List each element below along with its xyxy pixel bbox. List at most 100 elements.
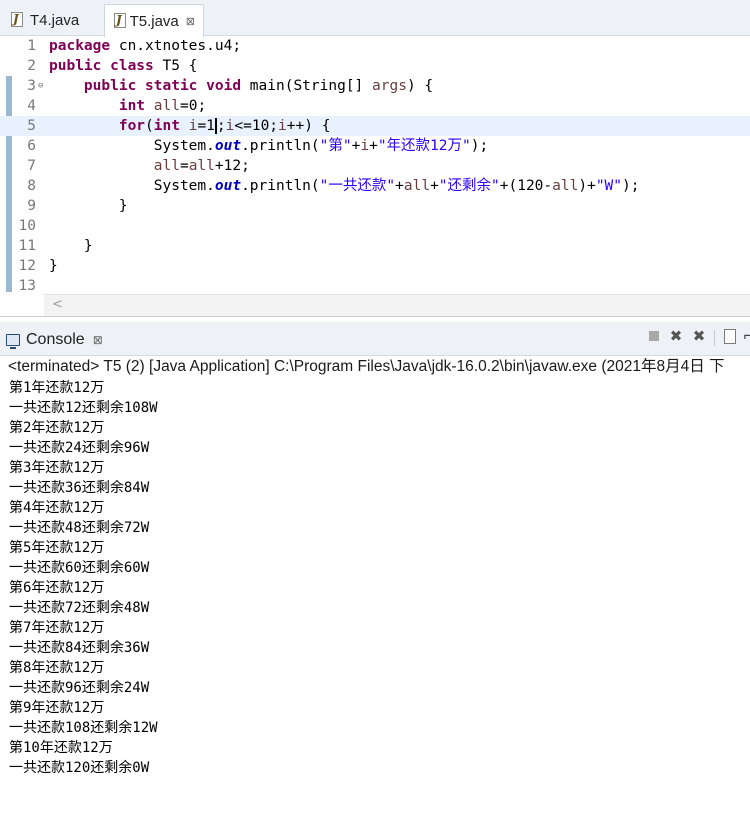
- code-token: )+: [578, 178, 596, 194]
- tab-t5-java[interactable]: J T5.java ⊠: [104, 4, 204, 37]
- line-number: 5: [27, 118, 36, 134]
- console-output-line: 一共还款48还剩余72W: [9, 520, 150, 536]
- close-tab-icon[interactable]: ⊠: [186, 15, 195, 28]
- line-number: 6: [27, 138, 36, 154]
- console-output-line: 一共还款24还剩余96W: [9, 440, 150, 456]
- console-output-line: 一共还款120还剩余0W: [9, 760, 150, 776]
- console-output-line: 第6年还款12万: [9, 580, 105, 596]
- console-output-line: 第8年还款12万: [9, 660, 105, 676]
- line-number: 4: [27, 98, 36, 114]
- code-token: );: [622, 178, 640, 194]
- console-monitor-icon: [6, 334, 20, 349]
- console-output-line: 一共还款96还剩余24W: [9, 680, 150, 696]
- code-text: all=all+12;: [49, 156, 250, 176]
- code-line[interactable]: 1 package cn.xtnotes.u4;: [0, 36, 750, 56]
- scroll-left-icon[interactable]: <: [52, 297, 63, 312]
- code-token: .println(: [241, 138, 320, 154]
- line-number: 10: [18, 218, 36, 234]
- java-file-icon: J: [113, 13, 126, 29]
- console-output-line: 第3年还款12万: [9, 460, 105, 476]
- console-output-line: 第2年还款12万: [9, 420, 105, 436]
- code-token: "年还款12万": [377, 138, 471, 154]
- tab-t4-java[interactable]: J T4.java: [2, 4, 102, 36]
- code-line[interactable]: 10: [0, 216, 750, 236]
- console-output-line: 第1年还款12万: [9, 380, 105, 396]
- line-number: 11: [18, 238, 36, 254]
- scroll-lock-icon[interactable]: ⌐: [741, 328, 750, 344]
- console-tab-bar: Console ⊠ ✖ ✖ ⌐: [0, 322, 750, 356]
- tab-label: T4.java: [30, 11, 80, 29]
- close-console-icon[interactable]: ⊠: [93, 333, 103, 347]
- code-token: cn.xtnotes.u4;: [110, 38, 242, 54]
- console-status-text: <terminated> T5 (2) [Java Application] C…: [8, 358, 725, 375]
- code-text: }: [49, 236, 93, 256]
- code-token: int: [153, 118, 180, 134]
- code-token: }: [49, 238, 93, 254]
- code-line[interactable]: 3 ⊖ public static void main(String[] args…: [0, 76, 750, 96]
- code-token: package: [49, 38, 111, 54]
- code-line[interactable]: 6 System.out.println("第"+i+"年还款12万");: [0, 136, 750, 156]
- line-number: 8: [27, 178, 36, 194]
- code-token: System.: [49, 138, 215, 154]
- horizontal-scrollbar[interactable]: <: [44, 294, 750, 316]
- code-text: System.out.println("第"+i+"年还款12万");: [49, 136, 488, 156]
- console-output-line: 一共还款72还剩余48W: [9, 600, 150, 616]
- console-view: Console ⊠ ✖ ✖ ⌐ <terminated> T5 (2) [Jav…: [0, 322, 750, 814]
- line-number: 12: [18, 258, 36, 274]
- code-token: out: [214, 178, 242, 194]
- code-token: i: [360, 138, 370, 154]
- code-token: i: [278, 118, 287, 134]
- code-token: "还剩余": [438, 178, 500, 194]
- code-line[interactable]: 12}: [0, 256, 750, 276]
- code-line[interactable]: 5 for(int i=1 ;i<=10;i++) {: [0, 116, 750, 136]
- clear-console-icon[interactable]: [722, 328, 738, 344]
- code-token: +: [369, 138, 378, 154]
- code-token: .println(: [241, 178, 320, 194]
- line-number: 9: [27, 198, 36, 214]
- code-area[interactable]: 1 package cn.xtnotes.u4; 2 public class T5 …: [0, 36, 750, 294]
- code-token: ;: [216, 118, 226, 134]
- code-token: +: [395, 178, 404, 194]
- console-output-line: 第10年还款12万: [9, 740, 113, 756]
- code-line[interactable]: 8 System.out.println("一共还款"+all+"还剩余"+(1…: [0, 176, 750, 196]
- code-token: main(String[]: [241, 78, 373, 94]
- code-token: }: [49, 198, 128, 214]
- console-output-line: 一共还款108还剩余12W: [9, 720, 158, 736]
- code-line[interactable]: 2 public class T5 {: [0, 56, 750, 76]
- code-line[interactable]: 11 }: [0, 236, 750, 256]
- code-token: (: [145, 118, 154, 134]
- code-token: +(120-: [499, 178, 553, 194]
- code-token: all: [153, 98, 180, 114]
- console-output-line: 一共还款60还剩余60W: [9, 560, 150, 576]
- fold-toggle-icon[interactable]: ⊖: [38, 76, 43, 96]
- code-token: =1: [197, 118, 215, 134]
- code-token: System.: [49, 178, 215, 194]
- code-token: =0;: [179, 98, 207, 114]
- remove-all-terminated-icon[interactable]: ✖: [691, 328, 707, 344]
- remove-launch-icon[interactable]: ✖: [668, 328, 684, 344]
- code-line[interactable]: 4 int all=0;: [0, 96, 750, 116]
- code-token: all: [188, 158, 215, 174]
- code-token: +: [430, 178, 439, 194]
- console-output[interactable]: 第1年还款12万 一共还款12还剩余108W 第2年还款12万 一共还款24还剩余96…: [9, 378, 749, 778]
- code-line[interactable]: 7 all=all+12;: [0, 156, 750, 176]
- code-line[interactable]: 13: [0, 276, 750, 296]
- code-text: }: [49, 196, 128, 216]
- code-line[interactable]: 9 }: [0, 196, 750, 216]
- tab-console[interactable]: Console ⊠: [6, 326, 103, 354]
- terminate-icon[interactable]: [646, 328, 662, 344]
- code-editor[interactable]: J T4.java J T5.java ⊠ 1 package cn.xtnote…: [0, 0, 750, 317]
- line-number: 3: [27, 78, 36, 94]
- tab-label: T5.java: [129, 12, 179, 30]
- console-tab-label: Console: [26, 331, 85, 348]
- line-number: 13: [18, 278, 36, 294]
- line-number: 7: [27, 158, 36, 174]
- code-text: }: [49, 256, 58, 276]
- code-token: all: [153, 158, 180, 174]
- code-token: all: [552, 178, 579, 194]
